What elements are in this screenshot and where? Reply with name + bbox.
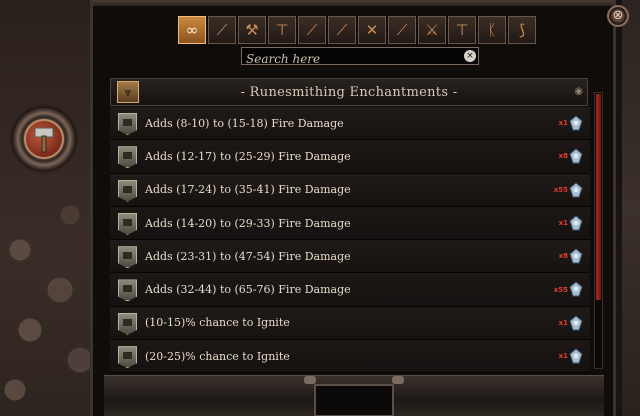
chain-ornament [304, 376, 316, 384]
scroll-indicator-icon: ◉ [574, 86, 583, 97]
enchantment-count: x8 [558, 252, 568, 261]
filter-button-axe[interactable]: ⚒ [238, 16, 266, 44]
rune-gem-icon [569, 115, 583, 131]
runesmith-skill-button[interactable] [13, 108, 75, 170]
twin-blade-icon: ✕ [365, 21, 379, 39]
bottom-frame [104, 375, 604, 416]
enchantment-row[interactable]: Adds (12-17) to (25-29) Fire Damage x8 [110, 140, 590, 174]
hammer-icon: ⊤ [275, 21, 289, 39]
enchantment-row[interactable]: (20-25)% chance to Ignite x1 [110, 340, 590, 373]
enchantment-text: (10-15)% chance to Ignite [145, 316, 290, 330]
rune-gem-icon [569, 281, 583, 297]
close-button[interactable]: ⊗ [607, 5, 629, 27]
enchantment-text: Adds (23-31) to (47-54) Fire Damage [145, 249, 351, 263]
wand-icon: ⟋ [306, 21, 318, 39]
enchantment-count: x55 [553, 185, 568, 194]
rune-shield-icon [118, 146, 137, 169]
filter-button-scepter[interactable]: ᛕ [478, 16, 506, 44]
enchantment-count: x8 [558, 152, 568, 161]
filter-button-infinity[interactable]: ∞ [178, 16, 206, 44]
backdrop-right [622, 0, 640, 416]
filter-button-maul[interactable]: ⊤ [448, 16, 476, 44]
long-sword-icon: ⟋ [396, 21, 408, 39]
enchantment-count: x1 [558, 119, 568, 128]
rune-shield-icon [118, 312, 137, 335]
rune-shield-icon [118, 279, 137, 302]
axe-icon: ⚒ [245, 21, 259, 39]
weapon-filter-row: ∞ ⟋ ⚒ ⊤ ⟋ ⟋ ✕ ⟋ ⚔ ⊤ ᛕ ⟆ [178, 16, 536, 46]
enchantment-text: Adds (14-20) to (29-33) Fire Damage [145, 216, 351, 230]
rune-gem-icon [569, 215, 583, 231]
great-axe-icon: ⚔ [425, 21, 439, 39]
scepter-icon: ᛕ [487, 21, 497, 39]
rune-shield-icon [118, 246, 137, 269]
enchantment-count: x1 [558, 352, 568, 361]
search-box: × [241, 47, 479, 67]
filter-button-dagger[interactable]: ⟋ [208, 16, 236, 44]
enchantment-text: (20-25)% chance to Ignite [145, 349, 290, 363]
dagger-icon: ⟋ [216, 21, 228, 39]
enchantment-row[interactable]: Adds (23-31) to (47-54) Fire Damage x8 [110, 240, 590, 274]
rune-gem-icon [569, 348, 583, 364]
enchantment-row[interactable]: Adds (14-20) to (29-33) Fire Damage x1 [110, 206, 590, 241]
infinity-icon: ∞ [185, 21, 199, 39]
filter-button-sword[interactable]: ⟋ [328, 16, 356, 44]
filter-button-twin-blade[interactable]: ✕ [358, 16, 386, 44]
filter-area: ∞ ⟋ ⚒ ⊤ ⟋ ⟋ ✕ ⟋ ⚔ ⊤ ᛕ ⟆ × [120, 10, 600, 70]
list-header: ⩔ - Runesmithing Enchantments - ◉ [110, 78, 588, 106]
enchantment-count: x1 [558, 318, 568, 327]
enchantment-text: Adds (12-17) to (25-29) Fire Damage [145, 149, 351, 163]
rune-gem-icon [569, 148, 583, 164]
rune-shield-icon [118, 212, 137, 235]
enchantment-text: Adds (8-10) to (15-18) Fire Damage [145, 116, 344, 130]
enchantment-row[interactable]: Adds (8-10) to (15-18) Fire Damage x1 [110, 107, 590, 141]
rune-gem-icon [569, 315, 583, 331]
section-title: - Runesmithing Enchantments - [240, 84, 458, 100]
rune-shield-icon [118, 113, 137, 135]
enchantment-row[interactable]: Adds (32-44) to (65-76) Fire Damage x55 [110, 273, 590, 307]
filter-button-wand[interactable]: ⟋ [298, 16, 326, 44]
enchantment-row[interactable]: (10-15)% chance to Ignite x1 [110, 306, 590, 341]
filter-button-bow[interactable]: ⟆ [508, 16, 536, 44]
collapse-toggle-icon[interactable]: ⩔ [117, 81, 139, 103]
rune-gem-icon [569, 181, 583, 198]
filter-button-great-axe[interactable]: ⚔ [418, 16, 446, 44]
maul-icon: ⊤ [455, 21, 469, 39]
filter-button-long-sword[interactable]: ⟋ [388, 16, 416, 44]
panel-top-frame [93, 0, 613, 6]
enchantment-count: x55 [553, 285, 568, 294]
sword-icon: ⟋ [336, 21, 348, 39]
list-scrollbar[interactable] [594, 92, 603, 369]
bow-icon: ⟆ [519, 21, 525, 39]
enchantment-text: Adds (17-24) to (35-41) Fire Damage [145, 183, 351, 197]
scroll-thumb[interactable] [596, 94, 601, 300]
search-input[interactable] [242, 51, 457, 67]
enchantment-list: Adds (8-10) to (15-18) Fire Damage x1 Ad… [110, 107, 590, 373]
rune-gem-icon [569, 248, 583, 264]
filter-button-hammer[interactable]: ⊤ [268, 16, 296, 44]
enchantment-row[interactable]: Adds (17-24) to (35-41) Fire Damage x55 [110, 173, 590, 207]
rune-shield-icon [118, 346, 137, 369]
search-clear-button[interactable]: × [464, 50, 476, 62]
bottom-slot[interactable] [314, 384, 394, 416]
enchantment-count: x1 [558, 219, 568, 228]
enchantment-text: Adds (32-44) to (65-76) Fire Damage [145, 283, 351, 297]
rune-shield-icon [118, 179, 137, 202]
chain-ornament [392, 376, 404, 384]
